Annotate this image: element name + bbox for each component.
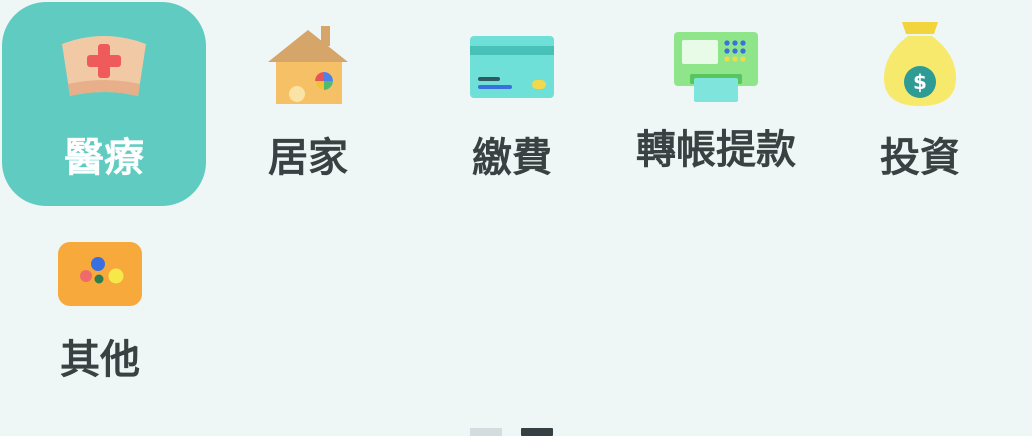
- page-dot-2-current[interactable]: [521, 428, 553, 436]
- category-home[interactable]: 居家: [206, 2, 410, 206]
- svg-text:$: $: [913, 70, 927, 94]
- category-label: 醫療: [64, 135, 144, 181]
- category-medical[interactable]: 醫療: [2, 2, 206, 206]
- category-grid: 醫療 居家 繳費 轉帳提款 $ 投資 其他: [0, 0, 1032, 420]
- page-dot-1[interactable]: [470, 428, 502, 436]
- nurse-cap-icon: [54, 22, 154, 106]
- credit-card-icon: [462, 22, 562, 106]
- category-label: 轉帳提款: [636, 127, 796, 173]
- category-label: 居家: [268, 135, 348, 181]
- category-others[interactable]: 其他: [0, 204, 202, 408]
- category-label: 繳費: [472, 135, 552, 181]
- category-transfer-withdraw[interactable]: 轉帳提款: [614, 2, 818, 206]
- atm-icon: [666, 22, 766, 106]
- category-label: 其他: [60, 337, 140, 383]
- category-payment[interactable]: 繳費: [410, 2, 614, 206]
- category-investment[interactable]: $ 投資: [818, 2, 1022, 206]
- more-dots-icon: [50, 224, 150, 308]
- category-label: 投資: [880, 135, 960, 181]
- money-bag-icon: $: [870, 22, 970, 106]
- page-indicator: [0, 428, 1032, 436]
- house-icon: [258, 22, 358, 106]
